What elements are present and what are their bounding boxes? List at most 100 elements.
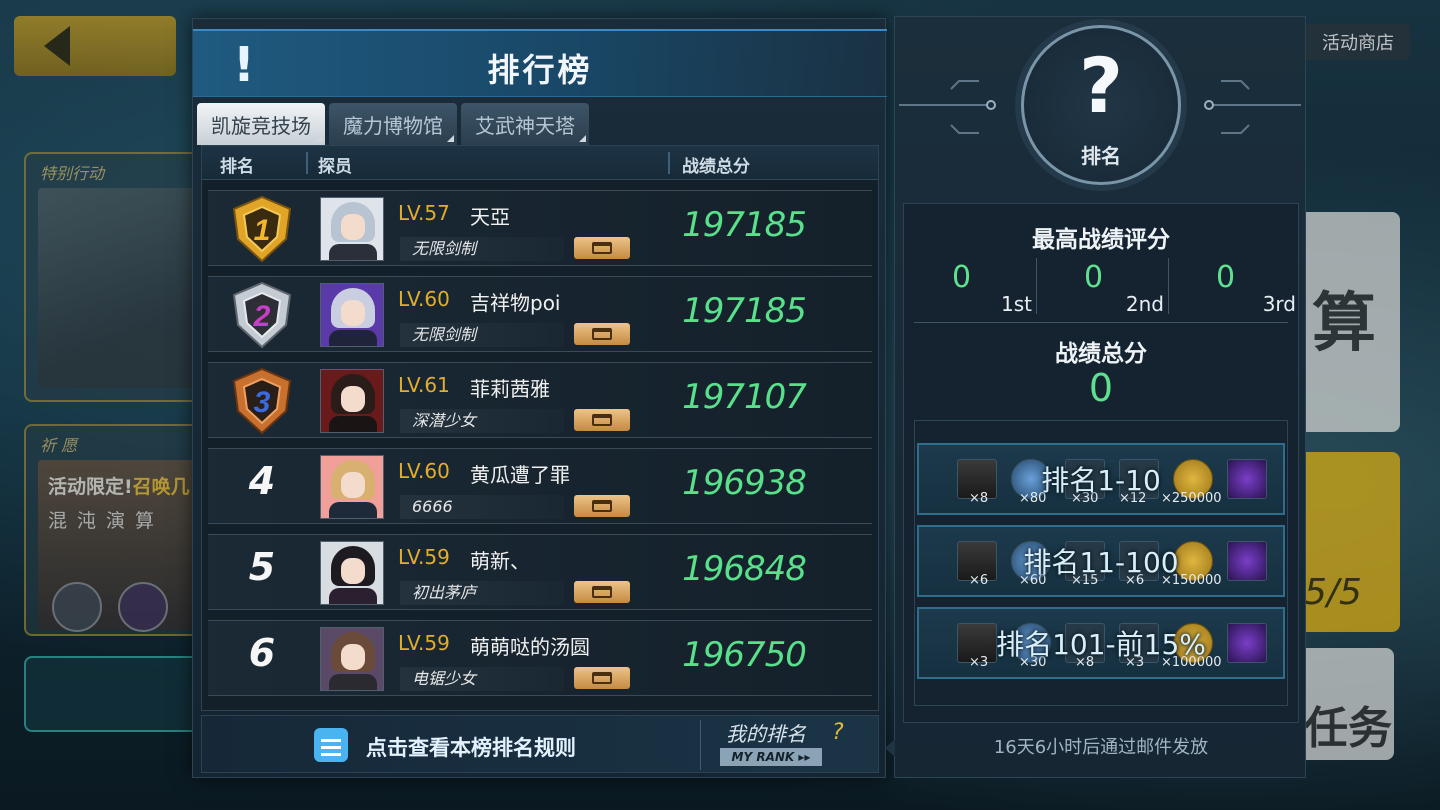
special-ops-art	[38, 188, 214, 388]
page-title: 排行榜	[487, 51, 593, 89]
promo-line2: 混沌演算	[48, 510, 165, 532]
table-row[interactable]: 1 LV.57 天亞 无限剑制 197185	[208, 190, 872, 266]
player-title: 电锯少女	[400, 667, 564, 691]
player-name: 黄瓜遭了罪	[470, 463, 570, 487]
player-level: LV.59	[398, 545, 450, 569]
player-name: 天亞	[470, 205, 510, 229]
reward-tier[interactable]: ×6 ×60 ×15 ×6 ×150000 排名11-100	[917, 525, 1285, 597]
guild-badge-button[interactable]	[574, 667, 630, 689]
column-header-score: 战绩总分	[682, 157, 750, 177]
mode-tabs: 凯旋竞技场 魔力博物馆 艾武神天塔	[197, 103, 589, 145]
reward-tier-label: 排名11-100	[1023, 546, 1179, 579]
my-rank-button[interactable]: 我的排名	[726, 718, 806, 747]
emblem-caption: 排名	[1081, 144, 1121, 168]
my-rank-subtitle[interactable]: MY RANK ▸▸	[720, 748, 822, 766]
avatar	[320, 627, 384, 691]
tab-war-god-tower[interactable]: 艾武神天塔	[461, 103, 589, 145]
my-rank-panel: ? 排名 最高战绩评分 0 1st 0 2nd 0 3rd 战绩总分 0 ×8 …	[885, 16, 1306, 778]
guild-icon	[592, 500, 612, 512]
player-score: 197185	[682, 291, 807, 331]
back-arrow-icon	[44, 26, 70, 66]
player-level: LV.60	[398, 459, 450, 483]
player-score: 197185	[682, 205, 807, 245]
view-rules-link[interactable]: 点击查看本榜排名规则	[366, 732, 576, 762]
avatar	[320, 283, 384, 347]
bronze-medal-icon: 3	[232, 367, 292, 435]
decor-bracket-icon	[1204, 80, 1301, 134]
best-score-1st: 0 1st	[952, 260, 1032, 316]
promo-line1: 活动限定!召唤几	[48, 476, 190, 498]
avatar	[320, 455, 384, 519]
player-name: 吉祥物poi	[470, 291, 561, 315]
best-score-title: 最高战绩评分	[1032, 227, 1170, 253]
reward-tier-label: 排名1-10	[1041, 464, 1161, 497]
guild-icon	[592, 586, 612, 598]
silver-medal-icon: 2	[232, 281, 292, 349]
guild-icon	[592, 328, 612, 340]
footer-divider	[700, 720, 701, 770]
mail-delivery-note: 16天6小时后通过邮件发放	[993, 737, 1209, 758]
wish-label: 祈 愿	[40, 436, 78, 455]
column-header-player: 探员	[318, 157, 352, 177]
column-divider	[668, 152, 670, 174]
score-summary: 最高战绩评分 0 1st 0 2nd 0 3rd 战绩总分 0 ×8 ×80 ×…	[903, 203, 1299, 723]
avatar	[320, 369, 384, 433]
gold-medal-icon: 1	[232, 195, 292, 263]
pointer-arrow-icon	[885, 739, 895, 757]
character-chip	[52, 582, 102, 632]
column-divider	[306, 152, 308, 174]
guild-badge-button[interactable]	[574, 323, 630, 345]
svg-text:2: 2	[253, 300, 271, 333]
clipboard-icon[interactable]	[314, 728, 348, 762]
panel-header: ! 排行榜	[193, 29, 887, 97]
player-name: 萌新、	[470, 549, 530, 573]
total-score-value: 0	[1088, 366, 1114, 410]
guild-badge-button[interactable]	[574, 581, 630, 603]
rank-number: 6	[248, 631, 276, 675]
table-row[interactable]: 3 LV.61 菲莉茜雅 深潜少女 197107	[208, 362, 872, 438]
rank-emblem: ? 排名	[1021, 25, 1181, 185]
player-title: 无限剑制	[400, 237, 564, 261]
svg-text:3: 3	[254, 386, 271, 419]
guild-icon	[592, 672, 612, 684]
table-row[interactable]: 2 LV.60 吉祥物poi 无限剑制 197185	[208, 276, 872, 352]
player-score: 197107	[682, 377, 807, 417]
back-button	[14, 16, 176, 76]
cell-divider	[1036, 258, 1037, 314]
right-card-calc: 算	[1290, 212, 1400, 432]
total-score-title: 战绩总分	[1055, 341, 1147, 367]
tab-magic-museum[interactable]: 魔力博物馆	[329, 103, 457, 145]
reward-tier[interactable]: ×8 ×80 ×30 ×12 ×250000 排名1-10	[917, 443, 1285, 515]
player-name: 菲莉茜雅	[470, 377, 550, 401]
table-row[interactable]: 6 LV.59 萌萌哒的汤圆 电锯少女 196750	[208, 620, 872, 696]
ranking-table: 排名 探员 战绩总分 1 LV.57 天亞 无限剑制 197185 2 LV.6…	[201, 145, 879, 711]
table-row[interactable]: 4 LV.60 黄瓜遭了罪 6666 196938	[208, 448, 872, 524]
player-level: LV.59	[398, 631, 450, 655]
column-header-rank: 排名	[220, 157, 254, 177]
character-chip	[118, 582, 168, 632]
player-title: 初出茅庐	[400, 581, 564, 605]
special-ops-label: 特别行动	[40, 164, 105, 183]
wish-promo-banner: 活动限定!召唤几 混沌演算	[38, 460, 214, 632]
reward-tier[interactable]: ×3 ×30 ×8 ×3 ×100000 排名101-前15%	[917, 607, 1285, 679]
table-header: 排名 探员 战绩总分	[202, 146, 878, 180]
leaderboard-panel: ! 排行榜 凯旋竞技场 魔力博物馆 艾武神天塔 排名 探员 战绩总分 1 LV.…	[192, 18, 887, 778]
guild-badge-button[interactable]	[574, 495, 630, 517]
guild-badge-button[interactable]	[574, 237, 630, 259]
guild-icon	[592, 242, 612, 254]
table-row[interactable]: 5 LV.59 萌新、 初出茅庐 196848	[208, 534, 872, 610]
reward-list[interactable]: ×8 ×80 ×30 ×12 ×250000 排名1-10 ×6 ×60 ×15…	[914, 420, 1288, 706]
avatar	[320, 541, 384, 605]
player-score: 196750	[682, 635, 807, 675]
guild-icon	[592, 414, 612, 426]
cell-divider	[1168, 258, 1169, 314]
tab-triumph-arena[interactable]: 凯旋竞技场	[197, 103, 325, 145]
player-score: 196938	[682, 463, 807, 503]
rank-number: 5	[248, 545, 276, 589]
help-icon[interactable]: ?	[832, 720, 844, 745]
reward-tier-label: 排名101-前15%	[996, 628, 1206, 661]
guild-badge-button[interactable]	[574, 409, 630, 431]
player-title: 6666	[400, 495, 564, 519]
player-level: LV.57	[398, 201, 450, 225]
right-card-progress: 5/5	[1290, 452, 1400, 632]
